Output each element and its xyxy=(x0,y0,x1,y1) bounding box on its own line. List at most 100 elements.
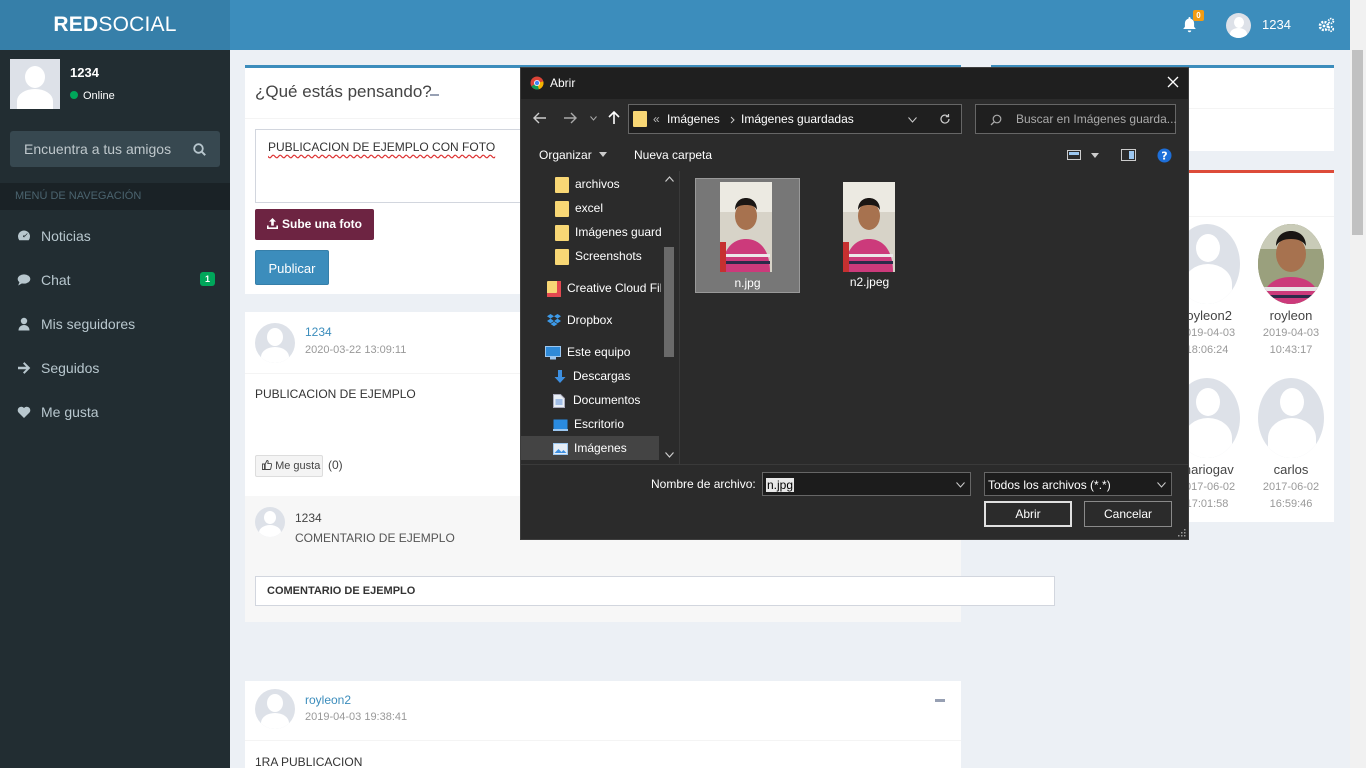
filename-input[interactable]: n.jpg xyxy=(762,472,971,496)
user-card-time: 16:59:46 xyxy=(1269,498,1313,510)
tree-item-este-equipo[interactable]: Este equipo xyxy=(521,340,661,364)
user-card-name[interactable]: royleon xyxy=(1252,308,1330,323)
topbar-avatar[interactable] xyxy=(1226,13,1251,38)
refresh-icon[interactable] xyxy=(939,113,951,125)
post-date: 2020-03-22 13:09:11 xyxy=(305,344,407,356)
tree-item-descargas[interactable]: Descargas xyxy=(521,364,661,388)
friend-search-input[interactable]: Encuentra a tus amigos xyxy=(10,131,220,167)
filetype-select[interactable]: Todos los archivos (*.*) xyxy=(984,472,1172,496)
tree-item-archivos[interactable]: archivos xyxy=(521,172,661,196)
breadcrumb-item[interactable]: Imágenes xyxy=(667,112,720,126)
recent-dropdown-icon[interactable] xyxy=(590,116,597,121)
sidebar-item-me-gusta[interactable]: Me gusta xyxy=(0,390,230,434)
user-card-time: 10:43:17 xyxy=(1269,344,1313,356)
post-card: royleon2 2019-04-03 19:38:41 1RA PUBLICA… xyxy=(245,681,961,768)
user-card-date: 2019-04-03 xyxy=(1262,327,1320,339)
user-card-photo[interactable] xyxy=(1258,224,1324,304)
address-dropdown-icon[interactable] xyxy=(908,117,917,123)
folder-icon xyxy=(555,248,569,265)
like-count: (0) xyxy=(328,458,343,472)
folder-icon xyxy=(555,176,569,193)
dialog-search-input[interactable]: Buscar en Imágenes guarda... xyxy=(975,104,1177,134)
up-arrow-icon[interactable] xyxy=(608,111,620,125)
computer-icon xyxy=(545,345,561,360)
thumbs-up-icon xyxy=(262,460,273,470)
like-label: Me gusta xyxy=(275,460,321,472)
brand-logo[interactable]: REDSOCIAL xyxy=(0,0,230,50)
person-photo-image xyxy=(720,182,772,272)
post-author-link[interactable]: 1234 xyxy=(305,325,332,339)
file-item[interactable]: n2.jpeg xyxy=(817,178,922,293)
chat-count-badge: 1 xyxy=(199,272,215,286)
tree-scrollbar[interactable] xyxy=(661,171,678,464)
tree-item-imagenes[interactable]: Imágenes xyxy=(521,436,659,460)
tree-item-dropbox[interactable]: Dropbox xyxy=(521,308,661,332)
topbar-username[interactable]: 1234 xyxy=(1262,17,1291,32)
chevron-down-icon[interactable] xyxy=(956,482,965,488)
chevron-down-icon xyxy=(1157,482,1166,488)
resize-grip-icon[interactable] xyxy=(1177,528,1186,537)
new-folder-button[interactable]: Nueva carpeta xyxy=(634,148,712,162)
download-icon xyxy=(554,369,566,383)
publish-button[interactable]: Publicar xyxy=(255,250,329,285)
preview-pane-icon[interactable] xyxy=(1121,149,1136,161)
tree-item-creative-cloud[interactable]: Creative Cloud Fil xyxy=(521,276,661,300)
breadcrumb-item[interactable]: Imágenes guardadas xyxy=(741,112,854,126)
online-dot-icon xyxy=(70,91,78,99)
tree-item-imagenes-guardadas[interactable]: Imágenes guard xyxy=(521,220,661,244)
compose-title: ¿Qué estás pensando? xyxy=(255,82,432,101)
compose-text: PUBLICACION DE EJEMPLO CON FOTO xyxy=(268,140,496,154)
organize-menu[interactable]: Organizar xyxy=(539,148,608,162)
open-button[interactable]: Abrir xyxy=(984,501,1072,527)
tree-item-label: Creative Cloud Fil xyxy=(567,281,661,295)
scroll-up-icon[interactable] xyxy=(665,176,674,182)
view-dropdown-icon[interactable] xyxy=(1091,153,1099,158)
tree-scrollbar-thumb[interactable] xyxy=(664,247,674,357)
user-card-avatar[interactable] xyxy=(1258,378,1324,458)
page-scrollbar-thumb[interactable] xyxy=(1352,50,1363,235)
folder-icon xyxy=(555,200,569,217)
like-button[interactable]: Me gusta xyxy=(255,455,323,477)
brand-part2: SOCIAL xyxy=(98,13,177,36)
post-author-link[interactable]: royleon2 xyxy=(305,693,351,707)
tree-item-screenshots[interactable]: Screenshots xyxy=(521,244,661,268)
sidebar-item-mis-seguidores[interactable]: Mis seguidores xyxy=(0,302,230,346)
sidebar-item-noticias[interactable]: Noticias xyxy=(0,214,230,258)
tree-item-label: excel xyxy=(575,201,604,215)
organize-label: Organizar xyxy=(539,148,592,162)
scroll-down-icon[interactable] xyxy=(665,452,674,458)
user-icon xyxy=(18,317,30,331)
collapse-icon[interactable] xyxy=(430,94,439,96)
tree-item-escritorio[interactable]: Escritorio xyxy=(521,412,661,436)
creative-cloud-icon xyxy=(547,280,561,297)
upload-photo-button[interactable]: Sube una foto xyxy=(255,209,374,240)
folder-icon xyxy=(555,224,569,241)
sidebar-avatar xyxy=(10,59,60,109)
help-icon[interactable]: ? xyxy=(1157,148,1172,163)
file-name: n.jpg xyxy=(734,276,761,290)
tree-item-excel[interactable]: excel xyxy=(521,196,661,220)
open-file-dialog: Abrir « Imágenes Imágenes guardadas Busc… xyxy=(520,67,1189,540)
tree-item-documentos[interactable]: Documentos xyxy=(521,388,661,412)
sidebar-item-label: Noticias xyxy=(41,228,91,244)
gears-icon[interactable] xyxy=(1318,17,1335,33)
close-icon[interactable] xyxy=(1167,76,1179,88)
file-name: n2.jpeg xyxy=(849,275,890,289)
search-icon[interactable] xyxy=(193,143,206,156)
post-body: 1RA PUBLICACION xyxy=(255,755,363,768)
sidebar-item-chat[interactable]: Chat 1 xyxy=(0,258,230,302)
back-arrow-icon[interactable] xyxy=(533,112,547,124)
dialog-titlebar[interactable]: Abrir xyxy=(521,68,1188,99)
tree-item-label: archivos xyxy=(575,177,620,191)
address-bar[interactable]: « Imágenes Imágenes guardadas xyxy=(628,104,962,134)
forward-arrow-icon[interactable] xyxy=(563,112,577,124)
sidebar-item-seguidos[interactable]: Seguidos xyxy=(0,346,230,390)
cancel-button[interactable]: Cancelar xyxy=(1084,501,1172,527)
tree-item-label: Screenshots xyxy=(575,249,642,263)
user-card-name[interactable]: carlos xyxy=(1252,462,1330,477)
comment-input[interactable]: COMENTARIO DE EJEMPLO xyxy=(255,576,1055,606)
file-item-selected[interactable]: n.jpg xyxy=(695,178,800,293)
sidebar-user-name: 1234 xyxy=(70,65,99,80)
collapse-icon[interactable] xyxy=(935,699,945,702)
view-options-icon[interactable] xyxy=(1067,150,1081,160)
